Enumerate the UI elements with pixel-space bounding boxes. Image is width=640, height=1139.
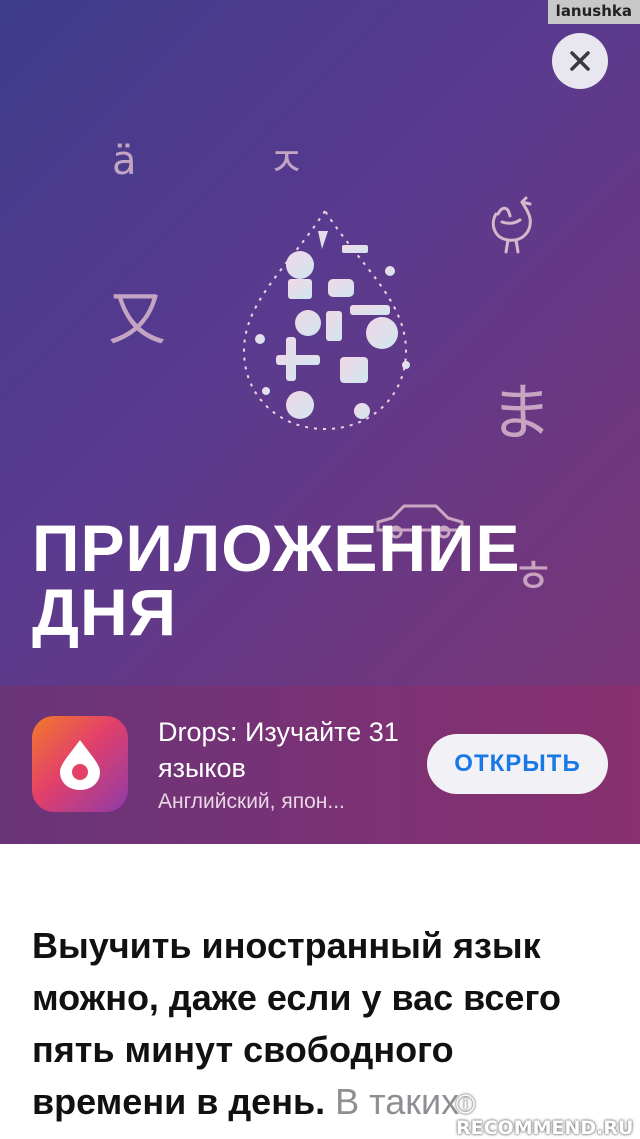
glyph-a-umlaut: ä (112, 138, 137, 184)
close-button[interactable] (552, 33, 608, 89)
language-drop-illustration (242, 209, 410, 431)
rooster-icon (491, 196, 532, 254)
user-watermark: lanushka (547, 0, 640, 24)
drop-icon (60, 740, 100, 790)
app-subtitle: Английский, япон... (158, 790, 345, 813)
open-button[interactable]: ОТКРЫТЬ (427, 734, 608, 794)
hero-title-line2: ДНЯ (32, 575, 178, 649)
site-watermark: ⓘ RECOMMEND.RU (456, 1090, 640, 1139)
hero-title: ПРИЛОЖЕНИЕ ДНЯ (32, 515, 520, 645)
glyph-hiragana-ma: ま (490, 376, 553, 449)
recommend-logo-icon: ⓘ (456, 1094, 476, 1116)
close-icon (570, 51, 590, 71)
article-rest: В таких (325, 1081, 460, 1122)
drops-app-icon[interactable] (32, 716, 128, 812)
glyph-chinese-you: 又 (108, 285, 167, 353)
hero-banner[interactable]: ä ㅈ 又 ま ㅎ ПРИЛОЖЕНИЕ ДНЯ (0, 0, 640, 686)
app-name: Drops: Изучайте 31 языков (158, 717, 399, 783)
hero-title-line1: ПРИЛОЖЕНИЕ (32, 511, 521, 585)
glyph-korean-j: ㅈ (268, 140, 305, 186)
